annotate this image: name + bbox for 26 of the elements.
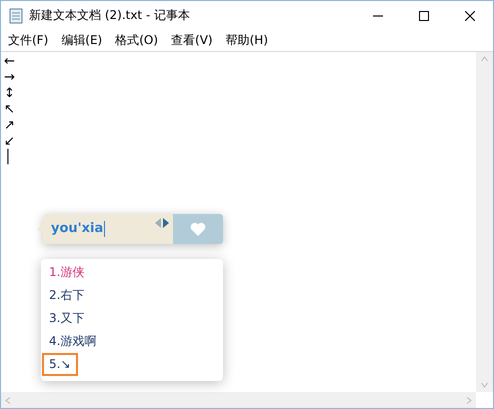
menu-item[interactable]: 编辑(E) (56, 32, 110, 49)
close-icon (465, 10, 475, 20)
candidate-item[interactable]: 3.又下 (42, 307, 92, 330)
maximize-icon (419, 10, 429, 20)
next-page-button[interactable] (163, 216, 169, 231)
candidate-item[interactable]: 1.游侠 (42, 261, 92, 284)
candidate-item[interactable]: 2.右下 (42, 284, 92, 307)
text-line: ↙ (4, 134, 15, 149)
text-line: → (4, 70, 15, 85)
notepad-icon (9, 8, 23, 24)
heart-icon (190, 222, 206, 236)
candidate-item[interactable]: 5.↘ (42, 353, 78, 376)
horizontal-scrollbar[interactable] (1, 392, 476, 408)
menu-item[interactable]: 格式(O) (110, 32, 166, 49)
candidate-item[interactable]: 4.游戏啊 (42, 330, 104, 353)
menu-item[interactable]: 查看(V) (166, 32, 221, 49)
menu-item[interactable]: 帮助(H) (220, 32, 276, 49)
window-title: 新建文本文档 (2).txt - 记事本 (29, 7, 192, 24)
text-line: │ (4, 150, 12, 165)
menu-item[interactable]: 文件(F) (3, 32, 56, 49)
vertical-scrollbar[interactable] (476, 52, 493, 392)
text-line: ↖ (4, 102, 15, 117)
text-line: ↕ (4, 86, 15, 101)
text-line: ← (4, 54, 15, 69)
composition-text: you'xia (51, 221, 106, 237)
text-line: ↗ (4, 118, 15, 133)
